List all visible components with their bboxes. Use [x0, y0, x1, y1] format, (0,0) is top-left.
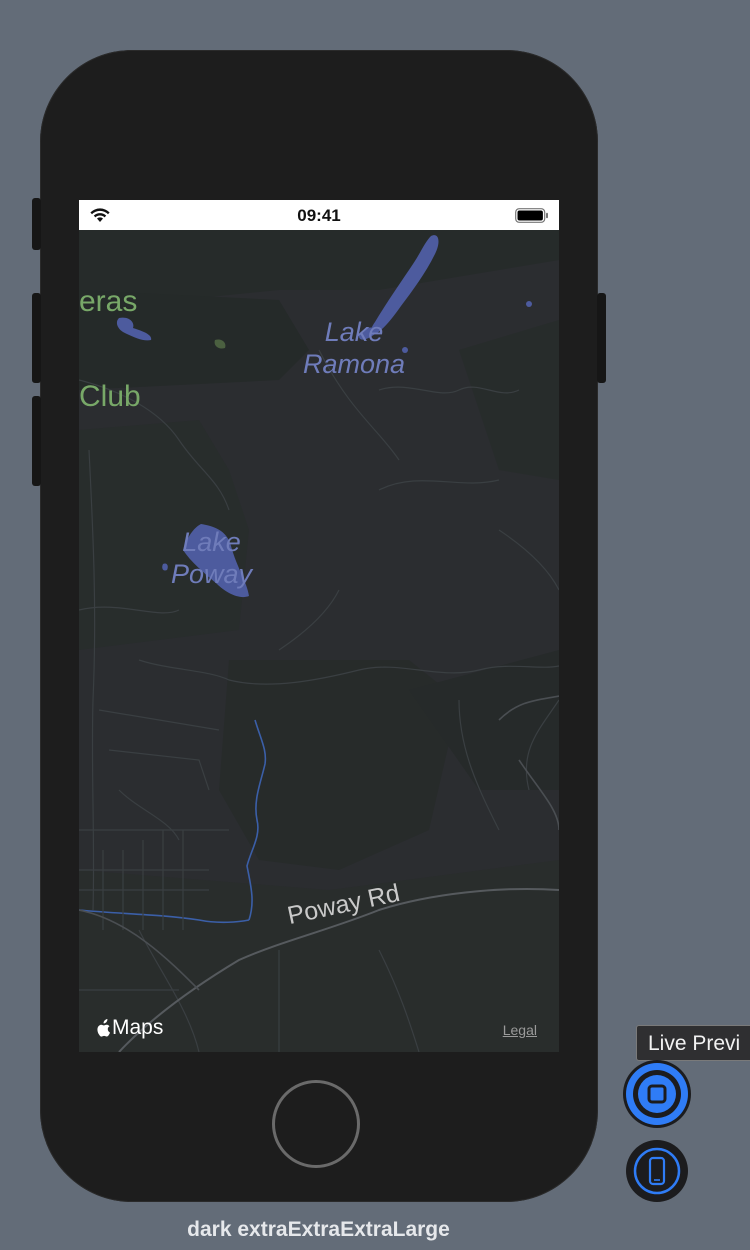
status-time: 09:41 — [297, 206, 341, 225]
live-preview-tooltip: Live Previ — [636, 1025, 750, 1061]
lake-poway-label: Lake Poway — [171, 527, 253, 589]
club-label: eras Club — [79, 285, 141, 413]
device-screen: 09:41 eras Club Lake Ramona Lake Poway P… — [79, 200, 559, 1052]
lake-ramona-label: Lake Ramona — [303, 317, 406, 379]
preview-caption: dark extraExtraExtraLarge — [187, 1218, 450, 1241]
apple-logo-icon — [97, 1018, 110, 1037]
maps-label: Maps — [112, 1016, 164, 1039]
silent-switch — [32, 198, 41, 250]
legal-link[interactable]: Legal — [503, 1022, 537, 1038]
status-bar: 09:41 — [79, 200, 559, 230]
volume-up-button — [32, 293, 41, 383]
apple-maps-attribution[interactable]: Maps — [95, 1016, 163, 1040]
volume-down-button — [32, 396, 41, 486]
home-button[interactable] — [272, 1080, 360, 1168]
device-preview-button[interactable] — [626, 1140, 688, 1202]
live-preview-icon — [626, 1063, 688, 1125]
map-view[interactable]: eras Club Lake Ramona Lake Poway Poway R… — [79, 230, 559, 1052]
live-preview-button[interactable] — [623, 1060, 691, 1128]
device-preview-icon — [633, 1147, 681, 1195]
power-button — [597, 293, 606, 383]
battery-icon — [515, 208, 548, 223]
